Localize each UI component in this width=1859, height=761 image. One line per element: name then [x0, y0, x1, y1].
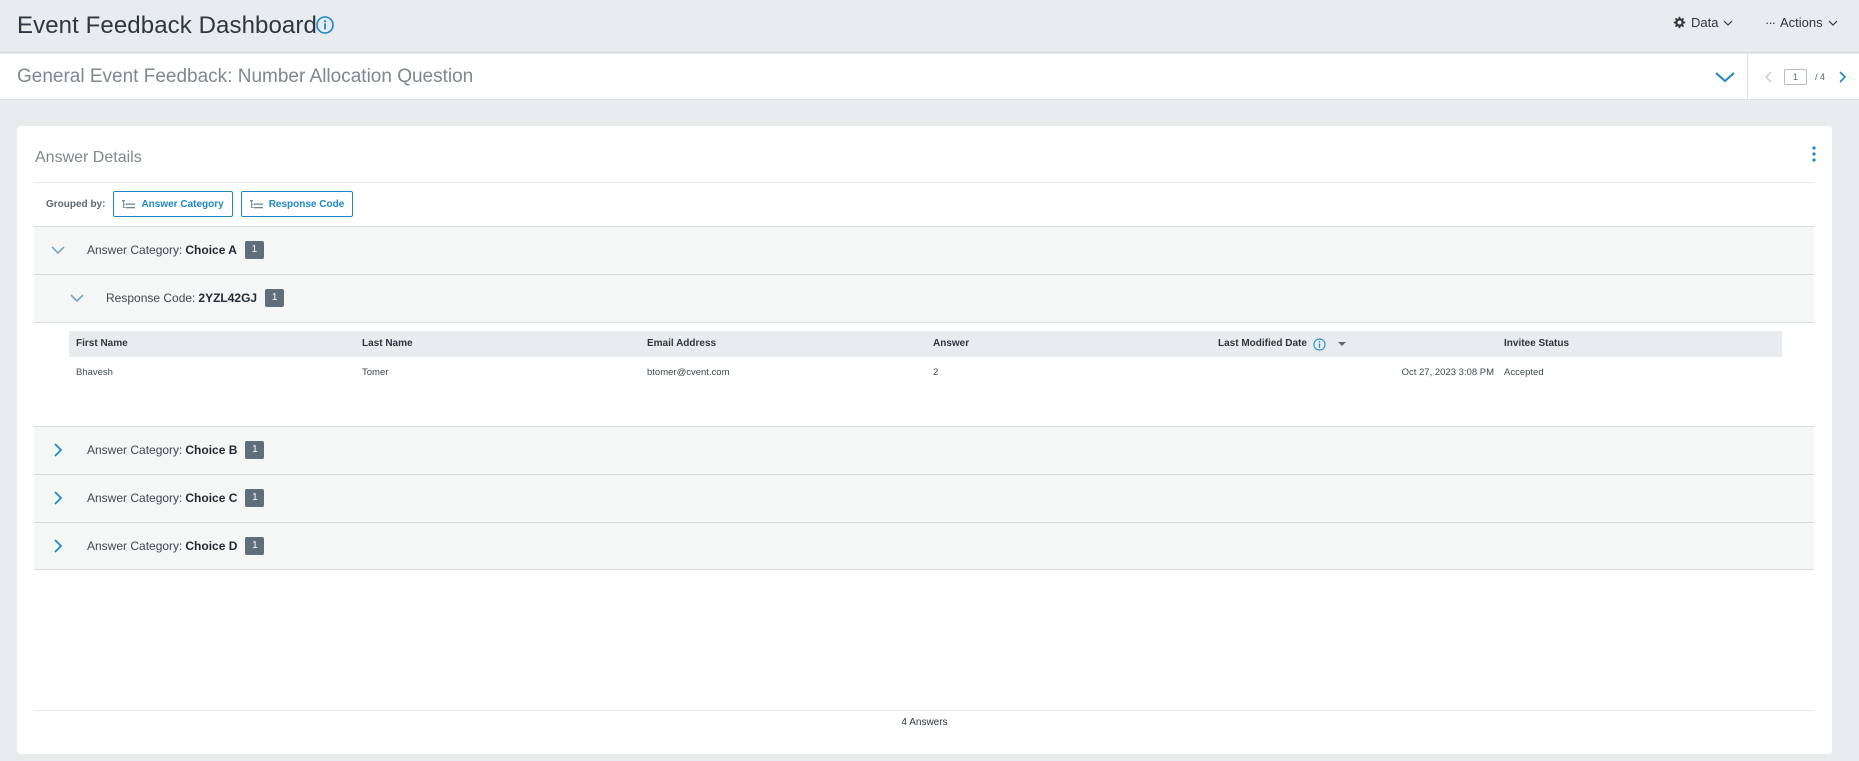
- more-vertical-icon[interactable]: [1810, 144, 1818, 164]
- chevron-right-icon[interactable]: [49, 489, 67, 507]
- subgroup-row-response-code[interactable]: Response Code: 2YZL42GJ 1: [34, 274, 1814, 322]
- grouping-chip-response-code[interactable]: Response Code: [240, 191, 354, 217]
- count-badge: 1: [265, 289, 285, 307]
- chevron-left-icon[interactable]: [1762, 68, 1776, 86]
- column-header-first-name[interactable]: First Name: [76, 331, 128, 357]
- chevron-down-icon[interactable]: [49, 241, 67, 259]
- report-title: General Event Feedback: Number Allocatio…: [17, 66, 474, 87]
- grouped-by-label: Grouped by:: [46, 198, 106, 210]
- column-header-last-modified[interactable]: Last Modified Date: [1218, 331, 1346, 357]
- subgroup-label-key: Response Code:: [106, 291, 196, 305]
- column-header-answer[interactable]: Answer: [933, 331, 969, 357]
- chevron-right-icon[interactable]: [1835, 68, 1849, 86]
- sort-descending-icon[interactable]: [1337, 341, 1346, 347]
- group-label: Answer Category: Choice A 1: [87, 241, 264, 259]
- chevron-right-icon[interactable]: [49, 537, 67, 555]
- group-label: Answer Category: Choice B 1: [87, 441, 265, 459]
- column-header-email[interactable]: Email Address: [647, 331, 716, 357]
- answers-count: 4 Answers: [901, 717, 948, 728]
- subgroup-label-value: 2YZL42GJ: [198, 291, 258, 305]
- actions-menu-label: Actions: [1780, 15, 1823, 30]
- page-title: Event Feedback Dashboard: [17, 12, 317, 39]
- table-row: Bhavesh Tomer btomer@cvent.com 2 Oct 27,…: [69, 357, 1782, 389]
- chevron-down-icon[interactable]: [68, 289, 86, 307]
- top-bar: Event Feedback Dashboard Data ··· Action…: [0, 0, 1859, 53]
- data-menu-button[interactable]: Data: [1672, 15, 1733, 30]
- group-label-key: Answer Category:: [87, 443, 183, 457]
- divider: [34, 322, 1814, 323]
- answer-details-card: Answer Details Grouped by: Answer Catego…: [17, 126, 1832, 754]
- count-badge: 1: [244, 241, 264, 259]
- table-header: First Name Last Name Email Address Answe…: [69, 331, 1782, 357]
- sub-header: General Event Feedback: Number Allocatio…: [0, 54, 1859, 100]
- chevron-right-icon[interactable]: [49, 441, 67, 459]
- info-icon[interactable]: [1313, 337, 1326, 351]
- hierarchy-icon: [249, 199, 263, 208]
- subgroup-label: Response Code: 2YZL42GJ 1: [106, 289, 285, 307]
- page-total: / 4: [1815, 72, 1826, 82]
- group-label-key: Answer Category:: [87, 491, 183, 505]
- divider: [34, 182, 1814, 183]
- cell-last-modified: Oct 27, 2023 3:08 PM: [1401, 367, 1494, 378]
- group-label-key: Answer Category:: [87, 539, 183, 553]
- group-row-choice-d[interactable]: Answer Category: Choice D 1: [34, 522, 1814, 570]
- info-icon[interactable]: [315, 15, 335, 35]
- divider: [1747, 54, 1748, 100]
- count-badge: 1: [245, 537, 265, 555]
- chevron-down-icon[interactable]: [1712, 66, 1738, 88]
- gear-icon: [1673, 16, 1686, 28]
- grouped-by-bar: Grouped by: Answer Category Response Cod…: [46, 191, 361, 217]
- more-horizontal-icon: ···: [1765, 15, 1776, 30]
- cell-first-name: Bhavesh: [76, 367, 113, 378]
- group-label-key: Answer Category:: [87, 243, 183, 257]
- group-label-value: Choice A: [185, 243, 237, 257]
- chevron-down-icon: [1828, 20, 1838, 26]
- group-row-choice-a[interactable]: Answer Category: Choice A 1: [34, 226, 1814, 274]
- count-badge: 1: [245, 441, 265, 459]
- page-number-input[interactable]: 1: [1784, 69, 1807, 85]
- hierarchy-icon: [122, 199, 136, 208]
- group-label-value: Choice D: [185, 539, 238, 553]
- divider: [34, 710, 1814, 711]
- group-row-choice-c[interactable]: Answer Category: Choice C 1: [34, 474, 1814, 522]
- grouping-chip-label: Response Code: [268, 198, 345, 210]
- cell-invitee-status: Accepted: [1504, 367, 1544, 378]
- count-badge: 1: [245, 489, 265, 507]
- column-header-last-name[interactable]: Last Name: [362, 331, 413, 357]
- group-label: Answer Category: Choice D 1: [87, 537, 265, 555]
- cell-last-name: Tomer: [362, 367, 389, 378]
- pager: 1 / 4: [1762, 67, 1849, 87]
- group-label: Answer Category: Choice C 1: [87, 489, 265, 507]
- data-menu-label: Data: [1691, 15, 1719, 30]
- group-row-choice-b[interactable]: Answer Category: Choice B 1: [34, 426, 1814, 474]
- card-title: Answer Details: [35, 149, 142, 166]
- column-header-label: Last Modified Date: [1218, 338, 1307, 349]
- group-label-value: Choice C: [185, 491, 238, 505]
- cell-email: btomer@cvent.com: [647, 367, 730, 378]
- group-label-value: Choice B: [185, 443, 238, 457]
- chevron-down-icon: [1724, 20, 1733, 26]
- cell-answer: 2: [933, 367, 939, 378]
- column-header-invitee-status[interactable]: Invitee Status: [1504, 331, 1569, 357]
- actions-menu-button[interactable]: ··· Actions: [1765, 15, 1838, 30]
- grouping-chip-label: Answer Category: [141, 198, 224, 210]
- grouping-chip-answer-category[interactable]: Answer Category: [113, 191, 233, 217]
